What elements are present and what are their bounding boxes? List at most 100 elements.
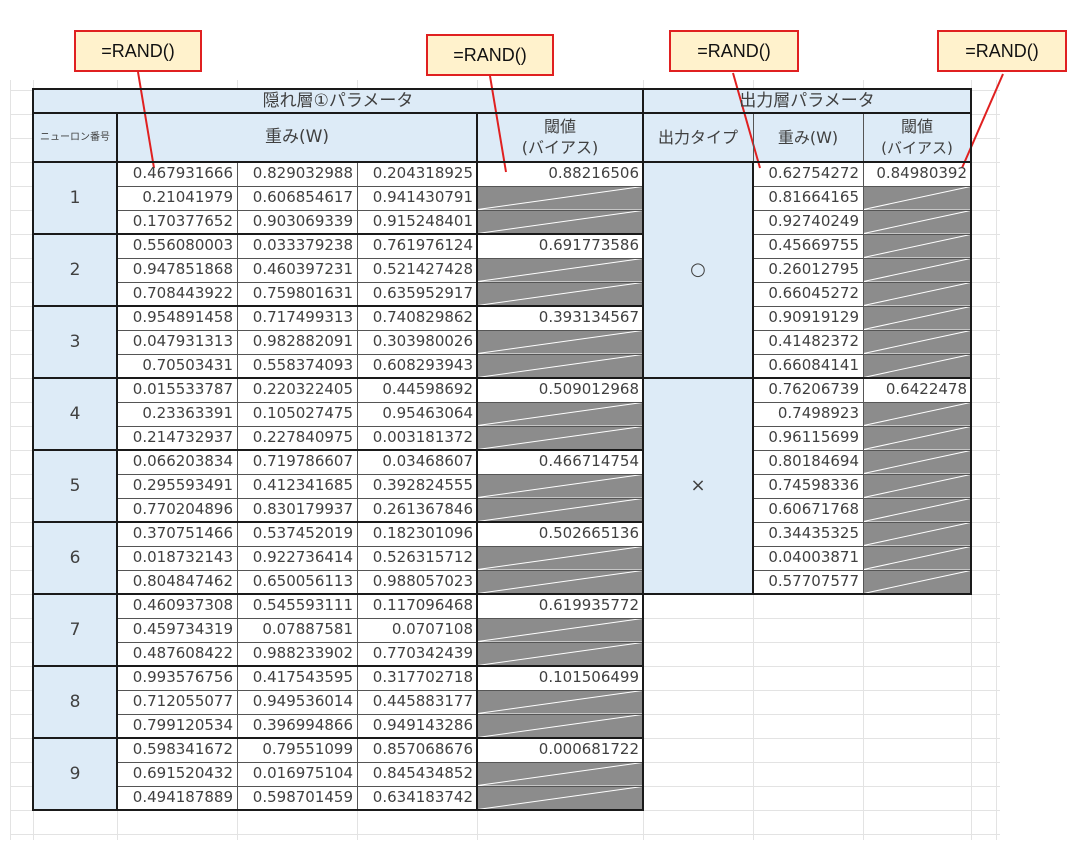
- weight-cell[interactable]: 0.804847462: [117, 570, 237, 594]
- weight-cell[interactable]: 0.392824555: [357, 474, 477, 498]
- weight-cell[interactable]: 0.170377652: [117, 210, 237, 234]
- weight-cell[interactable]: 0.015533787: [117, 378, 237, 402]
- output-weight-cell[interactable]: 0.41482372: [753, 330, 863, 354]
- weight-cell[interactable]: 0.494187889: [117, 786, 237, 810]
- output-bias-cell[interactable]: 0.84980392: [863, 162, 971, 186]
- weight-cell[interactable]: 0.018732143: [117, 546, 237, 570]
- bias-cell[interactable]: 0.393134567: [477, 306, 643, 330]
- weight-cell[interactable]: 0.845434852: [357, 762, 477, 786]
- output-weight-cell[interactable]: 0.57707577: [753, 570, 863, 594]
- weight-cell[interactable]: 0.635952917: [357, 282, 477, 306]
- weight-cell[interactable]: 0.204318925: [357, 162, 477, 186]
- weight-cell[interactable]: 0.830179937: [237, 498, 357, 522]
- weight-cell[interactable]: 0.521427428: [357, 258, 477, 282]
- weight-cell[interactable]: 0.44598692: [357, 378, 477, 402]
- weight-cell[interactable]: 0.761976124: [357, 234, 477, 258]
- output-weight-cell[interactable]: 0.80184694: [753, 450, 863, 474]
- weight-cell[interactable]: 0.954891458: [117, 306, 237, 330]
- weight-cell[interactable]: 0.03468607: [357, 450, 477, 474]
- weight-cell[interactable]: 0.0707108: [357, 618, 477, 642]
- output-bias-cell[interactable]: 0.6422478: [863, 378, 971, 402]
- output-weight-cell[interactable]: 0.26012795: [753, 258, 863, 282]
- weight-cell[interactable]: 0.759801631: [237, 282, 357, 306]
- weight-cell[interactable]: 0.740829862: [357, 306, 477, 330]
- weight-cell[interactable]: 0.417543595: [237, 666, 357, 690]
- output-weight-cell[interactable]: 0.81664165: [753, 186, 863, 210]
- weight-cell[interactable]: 0.047931313: [117, 330, 237, 354]
- weight-cell[interactable]: 0.717499313: [237, 306, 357, 330]
- weight-cell[interactable]: 0.770342439: [357, 642, 477, 666]
- weight-cell[interactable]: 0.295593491: [117, 474, 237, 498]
- weight-cell[interactable]: 0.598341672: [117, 738, 237, 762]
- weight-cell[interactable]: 0.460397231: [237, 258, 357, 282]
- weight-cell[interactable]: 0.412341685: [237, 474, 357, 498]
- weight-cell[interactable]: 0.21041979: [117, 186, 237, 210]
- spreadsheet[interactable]: 1 0.467931666 0.829032988 0.204318925 0.2104…: [0, 0, 1084, 848]
- output-weight-cell[interactable]: 0.62754272: [753, 162, 863, 186]
- weight-cell[interactable]: 0.003181372: [357, 426, 477, 450]
- bias-cell[interactable]: 0.691773586: [477, 234, 643, 258]
- weight-cell[interactable]: 0.941430791: [357, 186, 477, 210]
- weight-cell[interactable]: 0.949143286: [357, 714, 477, 738]
- weight-cell[interactable]: 0.460937308: [117, 594, 237, 618]
- weight-cell[interactable]: 0.915248401: [357, 210, 477, 234]
- bias-cell[interactable]: 0.101506499: [477, 666, 643, 690]
- output-weight-cell[interactable]: 0.90919129: [753, 306, 863, 330]
- bias-cell[interactable]: 0.509012968: [477, 378, 643, 402]
- output-weight-cell[interactable]: 0.96115699: [753, 426, 863, 450]
- weight-cell[interactable]: 0.182301096: [357, 522, 477, 546]
- weight-cell[interactable]: 0.608293943: [357, 354, 477, 378]
- output-weight-cell[interactable]: 0.60671768: [753, 498, 863, 522]
- weight-cell[interactable]: 0.066203834: [117, 450, 237, 474]
- weight-cell[interactable]: 0.922736414: [237, 546, 357, 570]
- weight-cell[interactable]: 0.370751466: [117, 522, 237, 546]
- weight-cell[interactable]: 0.545593111: [237, 594, 357, 618]
- weight-cell[interactable]: 0.634183742: [357, 786, 477, 810]
- output-weight-cell[interactable]: 0.66084141: [753, 354, 863, 378]
- weight-cell[interactable]: 0.303980026: [357, 330, 477, 354]
- bias-cell[interactable]: 0.88216506: [477, 162, 643, 186]
- weight-cell[interactable]: 0.79551099: [237, 738, 357, 762]
- output-weight-cell[interactable]: 0.04003871: [753, 546, 863, 570]
- weight-cell[interactable]: 0.220322405: [237, 378, 357, 402]
- output-weight-cell[interactable]: 0.92740249: [753, 210, 863, 234]
- weight-cell[interactable]: 0.07887581: [237, 618, 357, 642]
- output-weight-cell[interactable]: 0.34435325: [753, 522, 863, 546]
- weight-cell[interactable]: 0.214732937: [117, 426, 237, 450]
- weight-cell[interactable]: 0.459734319: [117, 618, 237, 642]
- weight-cell[interactable]: 0.558374093: [237, 354, 357, 378]
- weight-cell[interactable]: 0.23363391: [117, 402, 237, 426]
- weight-cell[interactable]: 0.650056113: [237, 570, 357, 594]
- weight-cell[interactable]: 0.396994866: [237, 714, 357, 738]
- weight-cell[interactable]: 0.799120534: [117, 714, 237, 738]
- weight-cell[interactable]: 0.691520432: [117, 762, 237, 786]
- weight-cell[interactable]: 0.947851868: [117, 258, 237, 282]
- weight-cell[interactable]: 0.993576756: [117, 666, 237, 690]
- weight-cell[interactable]: 0.105027475: [237, 402, 357, 426]
- weight-cell[interactable]: 0.949536014: [237, 690, 357, 714]
- weight-cell[interactable]: 0.033379238: [237, 234, 357, 258]
- weight-cell[interactable]: 0.988233902: [237, 642, 357, 666]
- output-weight-cell[interactable]: 0.74598336: [753, 474, 863, 498]
- bias-cell[interactable]: 0.502665136: [477, 522, 643, 546]
- weight-cell[interactable]: 0.903069339: [237, 210, 357, 234]
- weight-cell[interactable]: 0.719786607: [237, 450, 357, 474]
- bias-cell[interactable]: 0.619935772: [477, 594, 643, 618]
- weight-cell[interactable]: 0.770204896: [117, 498, 237, 522]
- weight-cell[interactable]: 0.95463064: [357, 402, 477, 426]
- weight-cell[interactable]: 0.117096468: [357, 594, 477, 618]
- weight-cell[interactable]: 0.988057023: [357, 570, 477, 594]
- weight-cell[interactable]: 0.317702718: [357, 666, 477, 690]
- bias-cell[interactable]: 0.466714754: [477, 450, 643, 474]
- output-weight-cell[interactable]: 0.76206739: [753, 378, 863, 402]
- weight-cell[interactable]: 0.487608422: [117, 642, 237, 666]
- output-weight-cell[interactable]: 0.66045272: [753, 282, 863, 306]
- weight-cell[interactable]: 0.712055077: [117, 690, 237, 714]
- weight-cell[interactable]: 0.857068676: [357, 738, 477, 762]
- bias-cell[interactable]: 0.000681722: [477, 738, 643, 762]
- weight-cell[interactable]: 0.445883177: [357, 690, 477, 714]
- output-weight-cell[interactable]: 0.7498923: [753, 402, 863, 426]
- weight-cell[interactable]: 0.016975104: [237, 762, 357, 786]
- weight-cell[interactable]: 0.526315712: [357, 546, 477, 570]
- weight-cell[interactable]: 0.829032988: [237, 162, 357, 186]
